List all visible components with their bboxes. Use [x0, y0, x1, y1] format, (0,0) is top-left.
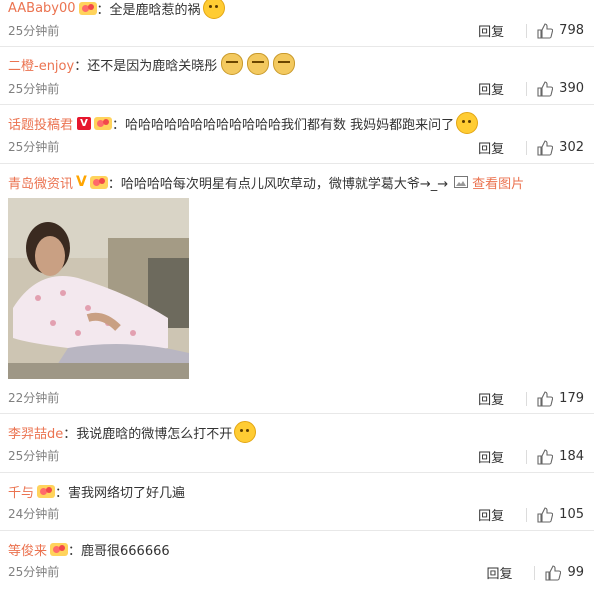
reply-button[interactable]: 回复: [478, 505, 526, 524]
comment-actions: 回复 302: [478, 138, 584, 157]
thumbs-up-icon: [537, 80, 554, 97]
comment-text: ：鹿哥很666666: [68, 543, 170, 559]
comment-actions: 回复 184: [478, 447, 584, 466]
like-button[interactable]: 390: [537, 80, 584, 97]
like-button[interactable]: 179: [537, 390, 584, 407]
like-button[interactable]: 798: [537, 22, 584, 39]
laugh-emoji-icon: [202, 0, 225, 19]
divider: [534, 565, 536, 580]
thumbs-up-icon: [537, 506, 554, 523]
doge-emoji-icon: [247, 53, 270, 75]
like-count: 390: [559, 81, 584, 96]
comment-text: ：全是鹿晗惹的祸: [96, 2, 201, 18]
like-button[interactable]: 302: [537, 139, 584, 156]
comment-photo[interactable]: [8, 198, 189, 379]
comment-text: ：害我网络切了好几遍: [55, 485, 186, 501]
comment-line: AABaby00 ：全是鹿晗惹的祸: [8, 0, 225, 19]
praying-hands-emoji-icon: [456, 112, 479, 134]
comment-item: 千与 ：害我网络切了好几遍 24分钟前 回复 105: [0, 473, 594, 531]
like-count: 798: [559, 23, 584, 38]
image-icon: [454, 176, 469, 188]
username-link[interactable]: 李羿喆de: [8, 423, 63, 442]
thumbs-up-icon: [537, 448, 554, 465]
reply-button[interactable]: 回复: [478, 447, 526, 466]
comment-text: ：还不是因为鹿晗关晓彤: [74, 58, 218, 74]
fan-badge-icon: [50, 542, 69, 556]
comment-text: ：哈哈哈哈每次明星有点儿风吹草动，微博就学葛大爷→_→: [107, 176, 449, 192]
comment-time: 25分钟前: [8, 24, 60, 38]
like-count: 179: [559, 391, 584, 406]
comment-actions: 回复 105: [478, 505, 584, 524]
fan-badge-icon: [37, 484, 56, 498]
like-count: 99: [567, 565, 584, 580]
comment-item: AABaby00 ：全是鹿晗惹的祸 25分钟前 回复 798: [0, 0, 594, 47]
like-button[interactable]: 99: [545, 564, 584, 581]
comment-time: 25分钟前: [8, 449, 60, 463]
comment-time: 22分钟前: [8, 391, 60, 405]
doge-emoji-icon: [221, 53, 244, 75]
fan-badge-icon: [94, 116, 113, 130]
fan-badge-icon: [89, 175, 108, 189]
divider: [526, 23, 528, 38]
comment-line: 二橙-enjoy ：还不是因为鹿晗关晓彤: [8, 53, 296, 75]
view-image-label: 查看图片: [472, 176, 525, 192]
comment-line: 李羿喆de ：我说鹿晗的微博怎么打不开: [8, 421, 257, 443]
comment-actions: 回复 798: [478, 21, 584, 40]
reply-button[interactable]: 回复: [478, 138, 526, 157]
divider: [526, 449, 528, 464]
divider: [526, 507, 528, 522]
comment-actions: 回复 179: [478, 389, 584, 408]
username-link[interactable]: 等俊来: [8, 540, 47, 559]
divider: [526, 81, 528, 96]
divider: [526, 391, 528, 406]
comment-actions: 回复 390: [478, 79, 584, 98]
username-link[interactable]: 二橙-enjoy: [8, 55, 74, 74]
verified-v-icon: V: [76, 174, 87, 190]
fan-badge-icon: [78, 1, 97, 15]
comment-item: 话题投稿君 V ：哈哈哈哈哈哈哈哈哈哈哈哈我们都有数 我妈妈都跑来问了 25分钟…: [0, 105, 594, 164]
comment-line: 青岛微资讯 V ：哈哈哈哈每次明星有点儿风吹草动，微博就学葛大爷→_→ 查看图片: [8, 172, 524, 192]
photo-image: [8, 198, 189, 379]
comment-line: 千与 ：害我网络切了好几遍: [8, 481, 185, 501]
comment-actions: 回复 99: [486, 563, 584, 582]
reply-button[interactable]: 回复: [478, 21, 526, 40]
view-image-link[interactable]: 查看图片: [454, 173, 524, 192]
username-link[interactable]: 千与: [8, 482, 34, 501]
like-count: 184: [559, 449, 584, 464]
comment-text: ：哈哈哈哈哈哈哈哈哈哈哈哈我们都有数 我妈妈都跑来问了: [112, 117, 455, 133]
verified-v-icon: V: [77, 116, 92, 130]
like-button[interactable]: 184: [537, 448, 584, 465]
comment-time: 24分钟前: [8, 507, 60, 521]
thumbs-up-icon: [545, 564, 562, 581]
divider: [526, 140, 528, 155]
like-count: 302: [559, 140, 584, 155]
kiss-emoji-icon: [234, 421, 257, 443]
reply-button[interactable]: 回复: [486, 563, 534, 582]
like-button[interactable]: 105: [537, 506, 584, 523]
reply-button[interactable]: 回复: [478, 389, 526, 408]
thumbs-up-icon: [537, 22, 554, 39]
username-link[interactable]: AABaby00: [8, 1, 76, 16]
reply-button[interactable]: 回复: [478, 79, 526, 98]
comment-item: 李羿喆de ：我说鹿晗的微博怎么打不开 25分钟前 回复 184: [0, 414, 594, 473]
comment-item: 青岛微资讯 V ：哈哈哈哈每次明星有点儿风吹草动，微博就学葛大爷→_→ 查看图片…: [0, 164, 594, 414]
thumbs-up-icon: [537, 390, 554, 407]
username-link[interactable]: 话题投稿君: [8, 114, 73, 133]
doge-emoji-icon: [273, 53, 296, 75]
comment-time: 25分钟前: [8, 565, 60, 579]
comment-item: 二橙-enjoy ：还不是因为鹿晗关晓彤 25分钟前 回复 390: [0, 47, 594, 105]
comment-time: 25分钟前: [8, 82, 60, 96]
comment-item: 等俊来 ：鹿哥很666666 25分钟前 回复 99: [0, 531, 594, 590]
thumbs-up-icon: [537, 139, 554, 156]
comment-line: 等俊来 ：鹿哥很666666: [8, 539, 170, 559]
comment-time: 25分钟前: [8, 140, 60, 154]
like-count: 105: [559, 507, 584, 522]
comment-line: 话题投稿君 V ：哈哈哈哈哈哈哈哈哈哈哈哈我们都有数 我妈妈都跑来问了: [8, 112, 479, 134]
username-link[interactable]: 青岛微资讯: [8, 173, 73, 192]
comment-text: ：我说鹿晗的微博怎么打不开: [63, 426, 233, 442]
